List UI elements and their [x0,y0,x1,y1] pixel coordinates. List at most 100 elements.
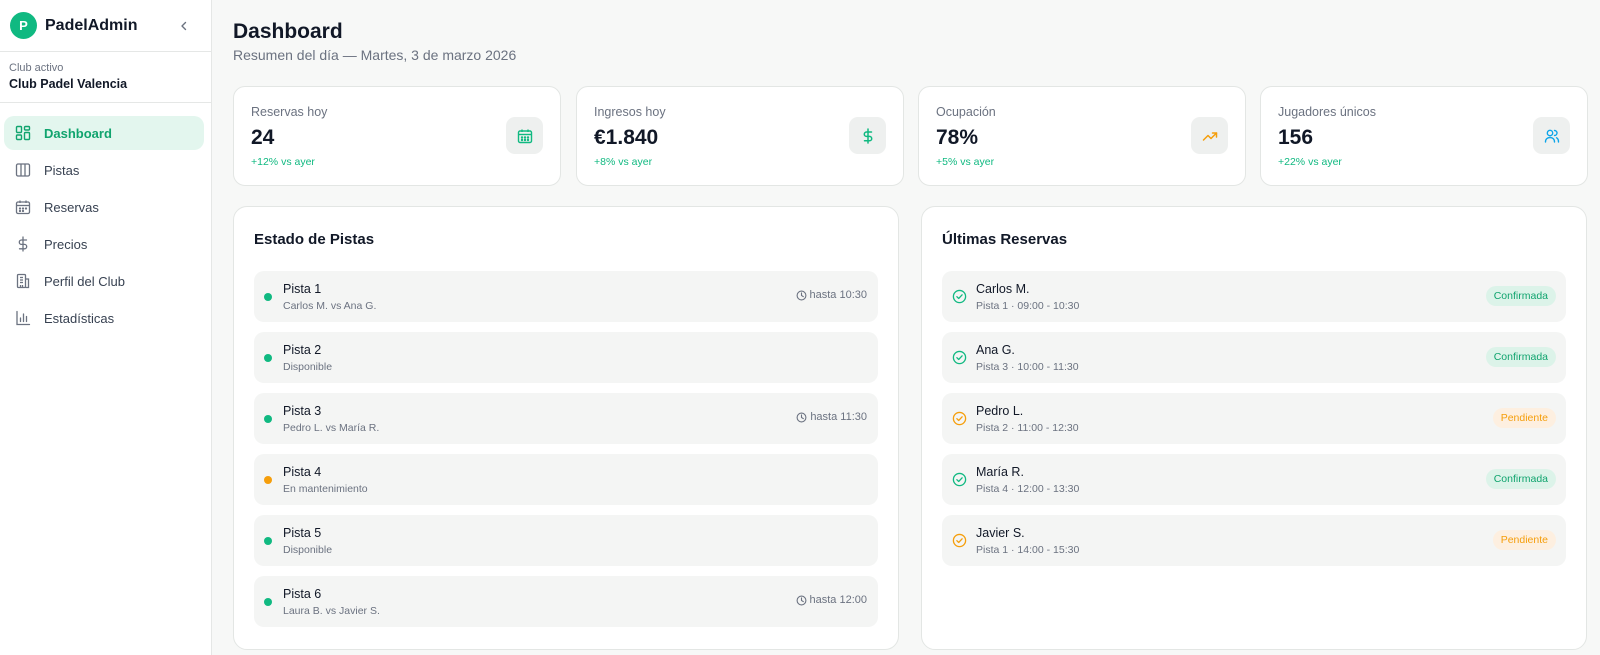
bar-chart-icon [14,309,32,327]
calendar-icon [14,198,32,216]
stat-delta: +8% vs ayer [594,156,653,168]
page-title: Dashboard [233,20,343,43]
stat-card-ocupacion: Ocupación 78% +5% vs ayer [918,86,1246,186]
brand-header: P PadelAdmin [0,0,211,52]
court-row[interactable]: Pista 5 Disponible [254,515,878,566]
reservation-detail: Pista 3 · 10:00 - 11:30 [976,361,1079,373]
stat-card-ingresos: Ingresos hoy €1.840 +8% vs ayer [576,86,904,186]
check-circle-icon [952,472,967,487]
court-time-text: hasta 11:30 [810,411,867,423]
court-name: Pista 3 [283,404,322,418]
stat-value: 24 [251,126,275,149]
panel-title: Últimas Reservas [942,231,1068,248]
reservation-player: Carlos M. [976,282,1030,296]
stat-value: €1.840 [594,126,659,149]
panel-title: Estado de Pistas [254,231,375,248]
brand-name: PadelAdmin [45,16,138,34]
sidebar-item-pistas[interactable]: Pistas [4,153,204,187]
dashboard-icon [14,124,32,142]
building-icon [14,272,32,290]
court-name: Pista 1 [283,282,322,296]
court-time: hasta 12:00 [796,594,868,606]
status-badge: Confirmada [1485,469,1556,489]
stat-label: Ocupación [936,105,996,119]
logo: P [10,12,37,39]
reservation-row[interactable]: María R. Pista 4 · 12:00 - 13:30 Confirm… [942,454,1566,505]
sidebar: P PadelAdmin Club activo Club Padel Vale… [0,0,212,655]
reservation-row[interactable]: Carlos M. Pista 1 · 09:00 - 10:30 Confir… [942,271,1566,322]
dollar-icon [849,117,886,154]
court-row[interactable]: Pista 4 En mantenimiento [254,454,878,505]
court-detail: Disponible [283,544,333,556]
reservation-detail: Pista 1 · 09:00 - 10:30 [976,300,1080,312]
reservation-row[interactable]: Javier S. Pista 1 · 14:00 - 15:30 Pendie… [942,515,1566,566]
stat-delta: +5% vs ayer [936,156,995,168]
reservation-row[interactable]: Ana G. Pista 3 · 10:00 - 11:30 Confirmad… [942,332,1566,383]
check-circle-icon [952,411,967,426]
clock-icon [796,412,807,422]
reservation-player: Ana G. [976,343,1015,357]
sidebar-item-label: Precios [44,236,88,252]
court-name: Pista 6 [283,587,322,601]
court-row[interactable]: Pista 6 Laura B. vs Javier S. hasta 12:0… [254,576,878,627]
status-dot [264,598,272,606]
stat-card-jugadores: Jugadores únicos 156 +22% vs ayer [1260,86,1588,186]
courts-status-panel: Estado de Pistas Pista 1 Carlos M. vs An… [233,206,899,650]
active-club: Club activo Club Padel Valencia [0,52,211,103]
sidebar-item-label: Estadísticas [44,310,115,326]
sidebar-item-dashboard[interactable]: Dashboard [4,116,204,150]
court-detail: Pedro L. vs María R. [283,422,380,434]
sidebar-item-reservas[interactable]: Reservas [4,190,204,224]
collapse-sidebar-button[interactable] [175,17,193,35]
sidebar-item-precios[interactable]: Precios [4,227,204,261]
status-dot [264,293,272,301]
court-time: hasta 10:30 [796,289,868,301]
status-dot [264,354,272,362]
reservation-player: Pedro L. [976,404,1024,418]
active-club-name: Club Padel Valencia [9,77,128,91]
sidebar-item-label: Pistas [44,162,80,178]
reservation-detail: Pista 1 · 14:00 - 15:30 [976,544,1080,556]
court-detail: Laura B. vs Javier S. [283,605,380,617]
stat-value: 156 [1278,126,1314,149]
dollar-icon [14,235,32,253]
check-circle-icon [952,533,967,548]
stat-delta: +12% vs ayer [251,156,315,168]
reservation-row[interactable]: Pedro L. Pista 2 · 11:00 - 12:30 Pendien… [942,393,1566,444]
active-club-caption: Club activo [9,62,64,74]
reservation-player: Javier S. [976,526,1025,540]
stat-label: Ingresos hoy [594,105,666,119]
logo-initial: P [19,18,28,33]
court-row[interactable]: Pista 1 Carlos M. vs Ana G. hasta 10:30 [254,271,878,322]
stat-label: Reservas hoy [251,105,328,119]
court-time: hasta 11:30 [796,411,867,423]
court-detail: Disponible [283,361,333,373]
court-time-text: hasta 12:00 [809,594,868,606]
court-row[interactable]: Pista 2 Disponible [254,332,878,383]
status-dot [264,537,272,545]
sidebar-item-label: Dashboard [44,125,112,141]
check-circle-icon [952,350,967,365]
stat-label: Jugadores únicos [1278,105,1376,119]
sidebar-item-estadisticas[interactable]: Estadísticas [4,301,204,335]
clock-icon [796,290,806,300]
reservation-detail: Pista 4 · 12:00 - 13:30 [976,483,1080,495]
clock-icon [796,595,806,605]
calendar-icon [506,117,543,154]
court-name: Pista 5 [283,526,322,540]
check-circle-icon [952,289,967,304]
page-subtitle: Resumen del día — Martes, 3 de marzo 202… [233,47,517,63]
court-detail: Carlos M. vs Ana G. [283,300,377,312]
reservation-player: María R. [976,465,1024,479]
status-dot [264,415,272,423]
status-badge: Pendiente [1492,408,1556,428]
sidebar-item-perfil-club[interactable]: Perfil del Club [4,264,204,298]
stat-delta: +22% vs ayer [1278,156,1342,168]
court-detail: En mantenimiento [283,483,368,495]
court-row[interactable]: Pista 3 Pedro L. vs María R. hasta 11:30 [254,393,878,444]
court-name: Pista 2 [283,343,322,357]
reservation-detail: Pista 2 · 11:00 - 12:30 [976,422,1079,434]
court-time-text: hasta 10:30 [809,289,868,301]
courts-icon [14,161,32,179]
main-content: Dashboard Resumen del día — Martes, 3 de… [212,0,1600,655]
